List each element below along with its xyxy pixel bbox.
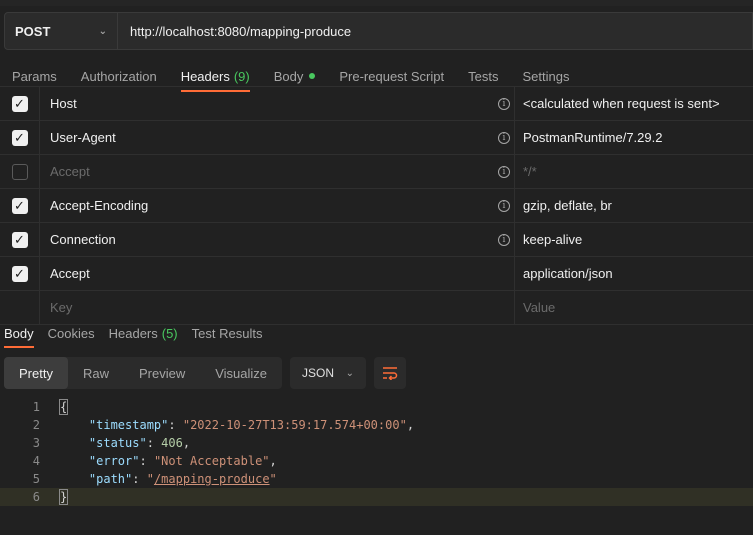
tab-label: Tests <box>468 68 499 84</box>
url-input[interactable]: http://localhost:8080/mapping-produce <box>118 12 753 50</box>
tab-label: Settings <box>522 68 570 84</box>
header-key[interactable]: Accept-Encoding <box>50 198 148 213</box>
tab-label: Cookies <box>47 325 95 341</box>
tab-label: Pre-request Script <box>339 68 445 84</box>
headers-table: ✓ Host i <calculated when request is sent… <box>0 86 753 325</box>
body-indicator-dot <box>309 73 316 79</box>
response-tab-test-results[interactable]: Test Results <box>187 322 268 344</box>
header-key[interactable]: Connection <box>50 232 116 247</box>
view-mode-group: Pretty Raw Preview Visualize <box>4 357 283 389</box>
json-key: "error" <box>88 454 140 468</box>
header-checkbox[interactable]: ✓ <box>11 265 28 282</box>
wrap-lines-button[interactable] <box>374 357 407 389</box>
wrap-lines-icon <box>383 367 398 380</box>
line-number: 5 <box>32 472 40 486</box>
info-icon[interactable]: i <box>498 165 510 178</box>
url-bar: POST ⌄ http://localhost:8080/mapping-pro… <box>4 12 753 52</box>
header-key[interactable]: Accept <box>50 164 90 179</box>
json-link-value[interactable]: /mapping-produce <box>154 472 270 486</box>
header-checkbox[interactable]: ✓ <box>11 95 28 112</box>
line-number: 6 <box>32 490 40 504</box>
json-string-value: "2022-10-27T13:59:17.574+00:00" <box>182 418 407 432</box>
method-select[interactable]: POST ⌄ <box>4 12 118 50</box>
tab-label: Headers <box>180 68 230 84</box>
view-visualize-button[interactable]: Visualize <box>200 357 282 389</box>
language-select[interactable]: JSON ⌄ <box>290 357 367 389</box>
response-tab-headers[interactable]: Headers (5) <box>104 322 183 344</box>
header-row: ✓ Accept-Encoding i gzip, deflate, br <box>0 189 753 223</box>
header-row-new: Key Value <box>0 291 753 325</box>
info-icon[interactable]: i <box>498 131 510 144</box>
response-tab-cookies[interactable]: Cookies <box>43 322 100 344</box>
code-line: 1 { <box>0 398 753 416</box>
line-number: 2 <box>32 418 40 432</box>
response-body-editor[interactable]: 1 { 2 "timestamp": "2022-10-27T13:59:17.… <box>0 398 753 506</box>
info-icon[interactable]: i <box>498 233 510 246</box>
line-number: 1 <box>32 400 40 414</box>
header-row: ✓ Connection i keep-alive <box>0 223 753 257</box>
header-key[interactable]: Accept <box>50 266 90 281</box>
tab-label: Body <box>4 325 34 341</box>
tab-label: Test Results <box>191 325 263 341</box>
header-checkbox[interactable]: ✓ <box>11 197 28 214</box>
top-strip <box>0 0 753 6</box>
info-icon[interactable]: i <box>498 97 510 110</box>
json-string-value: "Not Acceptable" <box>153 454 270 468</box>
tab-label: Params <box>12 68 57 84</box>
json-key: "status" <box>88 436 147 450</box>
response-tab-body[interactable]: Body <box>0 322 39 348</box>
header-value[interactable]: keep-alive <box>515 232 753 247</box>
headers-count: (9) <box>233 68 250 84</box>
tab-label: Authorization <box>80 68 157 84</box>
header-row: ✓ User-Agent i PostmanRuntime/7.29.2 <box>0 121 753 155</box>
code-line: 3 "status": 406, <box>0 434 753 452</box>
code-line: 4 "error": "Not Acceptable", <box>0 452 753 470</box>
view-raw-button[interactable]: Raw <box>68 357 124 389</box>
header-checkbox[interactable] <box>11 163 28 180</box>
header-row: ✓ Accept application/json <box>0 257 753 291</box>
tab-label: Headers <box>108 325 158 341</box>
response-headers-count: (5) <box>161 325 178 341</box>
line-number: 4 <box>32 454 40 468</box>
line-number: 3 <box>32 436 40 450</box>
json-key: "path" <box>88 472 133 486</box>
code-line: 5 "path": "/mapping-produce" <box>0 470 753 488</box>
value-placeholder[interactable]: Value <box>515 300 753 315</box>
chevron-down-icon: ⌄ <box>98 25 107 37</box>
header-checkbox[interactable]: ✓ <box>11 129 28 146</box>
header-value[interactable]: application/json <box>515 266 753 281</box>
header-key[interactable]: User-Agent <box>50 130 116 145</box>
code-line: 2 "timestamp": "2022-10-27T13:59:17.574+… <box>0 416 753 434</box>
json-number-value: 406 <box>161 436 183 450</box>
code-line-current: 6 } <box>0 488 753 506</box>
json-key: "timestamp" <box>88 418 169 432</box>
view-preview-button[interactable]: Preview <box>124 357 200 389</box>
method-label: POST <box>15 23 51 39</box>
tab-label: Body <box>273 68 304 84</box>
header-value[interactable]: <calculated when request is sent> <box>515 96 753 111</box>
header-key[interactable]: Host <box>50 96 77 111</box>
header-row: Accept i */* <box>0 155 753 189</box>
header-checkbox[interactable]: ✓ <box>11 231 28 248</box>
language-label: JSON <box>302 366 335 380</box>
key-placeholder[interactable]: Key <box>50 300 72 315</box>
chevron-down-icon: ⌄ <box>345 367 355 379</box>
view-toolbar: Pretty Raw Preview Visualize JSON ⌄ <box>4 357 407 389</box>
editor-footer <box>0 507 753 535</box>
header-value[interactable]: */* <box>515 164 753 179</box>
header-row: ✓ Host i <calculated when request is sent… <box>0 87 753 121</box>
view-pretty-button[interactable]: Pretty <box>4 357 68 389</box>
header-value[interactable]: PostmanRuntime/7.29.2 <box>515 130 753 145</box>
response-tabs: Body Cookies Headers (5) Test Results <box>0 322 271 348</box>
info-icon[interactable]: i <box>498 199 510 212</box>
header-value[interactable]: gzip, deflate, br <box>515 198 753 213</box>
